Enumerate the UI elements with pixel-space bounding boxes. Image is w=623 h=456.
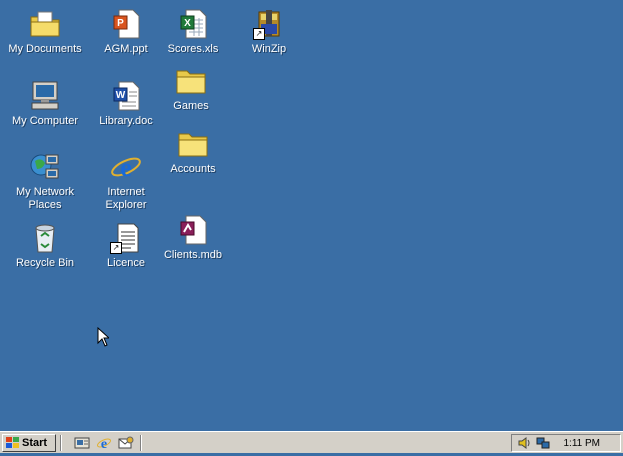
network-places-icon [29,151,61,183]
desktop-icon-label: Recycle Bin [15,257,75,269]
desktop-icon-label: Licence [107,257,145,269]
svg-text:e: e [120,153,132,182]
desktop-icon-label: WinZip [251,43,287,55]
desktop-icon-winzip[interactable]: ↗ WinZip [229,8,309,56]
desktop-icon-label: My Network Places [15,186,75,211]
folder-icon [175,65,207,97]
svg-text:W: W [116,90,126,101]
desktop-icon-recycle-bin[interactable]: Recycle Bin [5,222,85,270]
access-file-icon [177,214,209,246]
internet-explorer-icon: e [110,151,142,183]
taskbar: Start e 1:11 PM [0,431,623,453]
show-desktop-icon[interactable] [74,435,90,451]
mouse-pointer-icon [97,326,111,352]
desktop-icon-my-network-places[interactable]: My Network Places [5,151,85,212]
shortcut-arrow-icon: ↗ [253,28,265,40]
powerpoint-file-icon: P [110,8,142,40]
text-document-icon: ↗ [110,222,142,254]
taskbar-separator [60,435,62,451]
folder-documents-icon [29,8,61,40]
folder-icon [177,128,209,160]
svg-text:P: P [117,18,124,29]
shortcut-arrow-icon: ↗ [110,242,122,254]
network-icon[interactable] [536,436,550,453]
desktop-icon-label: Scores.xls [167,43,219,55]
winzip-icon: ↗ [253,8,285,40]
volume-icon[interactable] [517,436,531,453]
start-button[interactable]: Start [2,434,56,452]
system-tray: 1:11 PM [511,434,621,452]
desktop-icon-label: Internet Explorer [105,186,147,211]
taskbar-separator [140,435,142,451]
desktop-icon-label: My Computer [11,115,79,127]
desktop: My Documents P AGM.ppt X Scores.xls ↗ Wi… [0,0,623,431]
computer-icon [29,80,61,112]
desktop-icon-licence[interactable]: ↗ Licence [86,222,166,270]
recycle-bin-icon [29,222,61,254]
internet-explorer-icon[interactable]: e [96,435,112,452]
svg-text:X: X [184,18,191,29]
word-file-icon: W [110,80,142,112]
desktop-icon-library-doc[interactable]: W Library.doc [86,80,166,128]
desktop-icon-my-computer[interactable]: My Computer [5,80,85,128]
desktop-icon-label: My Documents [8,43,82,55]
desktop-icon-my-documents[interactable]: My Documents [5,8,85,56]
start-label: Start [22,437,48,449]
windows-flag-icon [6,437,20,449]
desktop-icon-label: Library.doc [99,115,153,127]
desktop-icon-scores-xls[interactable]: X Scores.xls [153,8,233,56]
excel-file-icon: X [177,8,209,40]
outlook-express-icon[interactable] [118,435,134,451]
clock[interactable]: 1:11 PM [564,438,601,449]
svg-text:e: e [101,437,107,451]
desktop-icon-internet-explorer[interactable]: e Internet Explorer [86,151,166,212]
